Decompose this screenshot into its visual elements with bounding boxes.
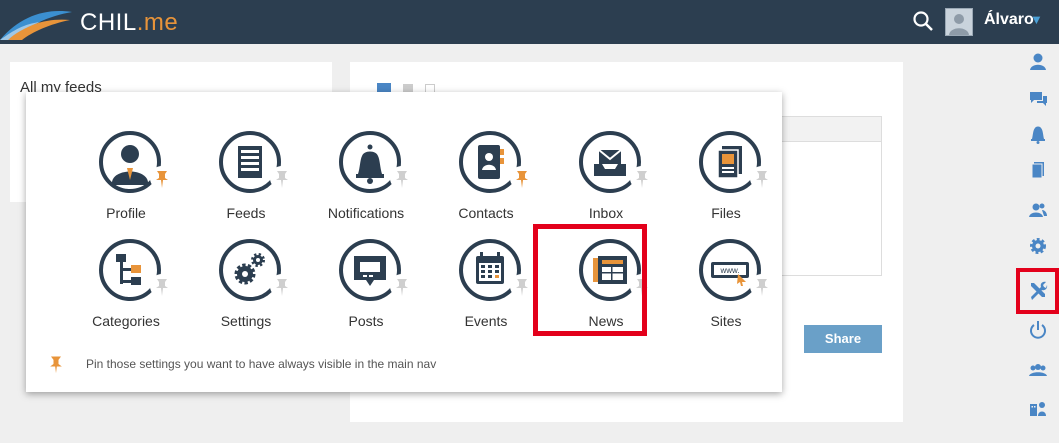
- pin-icon[interactable]: [510, 274, 534, 298]
- user-name[interactable]: Álvaro: [984, 11, 1034, 29]
- menu-item-contacts[interactable]: Contacts: [426, 130, 546, 230]
- menu-item-feeds[interactable]: Feeds: [186, 130, 306, 230]
- pin-icon[interactable]: [750, 274, 774, 298]
- chil-logo-swoosh[interactable]: [0, 2, 72, 42]
- menu-item-notifications[interactable]: Notifications: [306, 130, 426, 230]
- chevron-down-icon[interactable]: ▼: [1030, 12, 1043, 27]
- menu-item-label: Settings: [220, 313, 272, 329]
- menu-item-label: Inbox: [588, 205, 624, 221]
- menu-item-categories[interactable]: Categories: [66, 238, 186, 338]
- menu-item-sites[interactable]: www. Sites: [666, 238, 786, 338]
- group-icon[interactable]: [1028, 360, 1048, 380]
- brand-suffix: .me: [136, 9, 179, 36]
- www-text: www.: [719, 266, 739, 275]
- avatar-placeholder-icon: [949, 14, 969, 35]
- tools-highlight-box: [1016, 268, 1059, 314]
- chat-icon[interactable]: [1028, 88, 1048, 108]
- menu-item-label: Events: [464, 313, 508, 329]
- pin-icon[interactable]: [150, 166, 174, 190]
- gear-icon[interactable]: [1028, 236, 1048, 256]
- menu-item-posts[interactable]: Posts: [306, 238, 426, 338]
- menu-item-label: Sites: [710, 313, 742, 329]
- menu-item-profile[interactable]: Profile: [66, 130, 186, 230]
- pin-icon[interactable]: [270, 274, 294, 298]
- right-sidebar: [1016, 44, 1059, 443]
- pin-icon[interactable]: [390, 166, 414, 190]
- pin-icon[interactable]: [510, 166, 534, 190]
- menu-item-settings[interactable]: Settings: [186, 238, 306, 338]
- menu-item-label: Files: [711, 205, 741, 221]
- menu-item-label: Posts: [348, 313, 384, 329]
- menu-item-label: Feeds: [226, 205, 266, 221]
- pin-icon[interactable]: [150, 274, 174, 298]
- document-icon[interactable]: [1028, 160, 1048, 180]
- menu-item-inbox[interactable]: Inbox: [546, 130, 666, 230]
- menu-item-label: Categories: [92, 313, 160, 329]
- avatar[interactable]: [945, 8, 973, 36]
- brand-logo[interactable]: CHIL.me: [80, 9, 178, 37]
- bell-icon[interactable]: [1028, 124, 1048, 144]
- menu-item-events[interactable]: Events: [426, 238, 546, 338]
- menu-item-label: Notifications: [327, 205, 405, 221]
- share-button[interactable]: Share: [804, 325, 882, 353]
- building-people-icon[interactable]: [1028, 398, 1048, 418]
- menu-item-label: Profile: [106, 205, 146, 221]
- pin-icon[interactable]: [270, 166, 294, 190]
- top-bar: CHIL.me Álvaro ▼: [0, 0, 1059, 44]
- pin-hint-text: Pin those settings you want to have alwa…: [86, 357, 437, 371]
- menu-item-files[interactable]: Files: [666, 130, 786, 230]
- pin-icon[interactable]: [630, 166, 654, 190]
- settings-menu: Profile Feeds Notifications Contacts Inb…: [26, 92, 782, 392]
- user-icon[interactable]: [1028, 52, 1048, 72]
- pin-icon[interactable]: [750, 166, 774, 190]
- pin-hint-icon: [50, 356, 62, 374]
- search-icon[interactable]: [912, 10, 934, 32]
- menu-item-label: Contacts: [458, 205, 514, 221]
- contacts-icon[interactable]: [1028, 200, 1048, 220]
- power-icon[interactable]: [1028, 320, 1048, 340]
- news-highlight-box: [533, 224, 647, 336]
- brand-name: CHIL: [80, 9, 137, 36]
- pin-icon[interactable]: [390, 274, 414, 298]
